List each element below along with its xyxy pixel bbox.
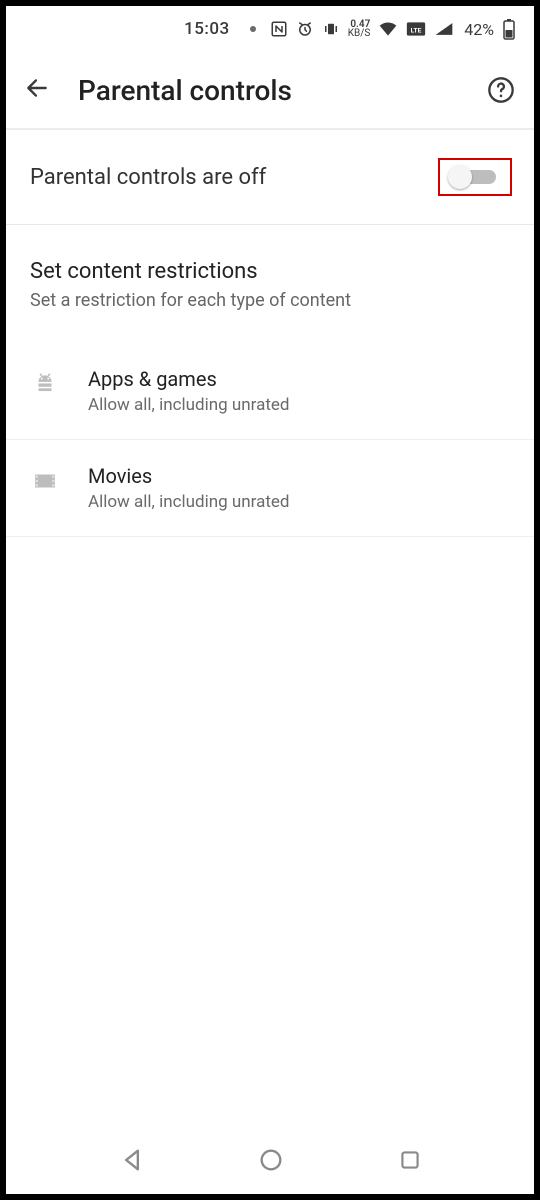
toggle-label: Parental controls are off bbox=[30, 165, 438, 190]
android-icon bbox=[30, 367, 60, 397]
help-button[interactable] bbox=[486, 75, 516, 105]
restriction-item-apps-games[interactable]: Apps & games Allow all, including unrate… bbox=[6, 343, 534, 440]
parental-controls-toggle[interactable] bbox=[448, 166, 502, 188]
system-nav-bar bbox=[6, 1130, 534, 1194]
alarm-icon bbox=[296, 20, 314, 38]
section-title: Set content restrictions bbox=[30, 259, 510, 284]
section-header: Set content restrictions Set a restricti… bbox=[6, 225, 534, 321]
list-item-subtitle: Allow all, including unrated bbox=[88, 492, 290, 512]
toggle-highlight-box bbox=[438, 158, 512, 196]
svg-text:LTE: LTE bbox=[411, 26, 422, 34]
film-icon bbox=[30, 464, 60, 494]
restriction-item-movies[interactable]: Movies Allow all, including unrated bbox=[6, 440, 534, 537]
battery-icon bbox=[502, 18, 516, 40]
status-bar: 15:03 0.47 KB/S bbox=[6, 6, 534, 52]
device-frame: 15:03 0.47 KB/S bbox=[0, 0, 540, 1200]
page-title: Parental controls bbox=[78, 74, 458, 107]
section-subtitle: Set a restriction for each type of conte… bbox=[30, 290, 510, 311]
cellular-signal-icon bbox=[434, 21, 454, 37]
volte-icon: LTE bbox=[406, 21, 426, 37]
parental-controls-toggle-row: Parental controls are off bbox=[6, 130, 534, 225]
back-button[interactable] bbox=[24, 75, 50, 105]
status-separator-dot bbox=[250, 26, 256, 32]
vibrate-icon bbox=[322, 20, 340, 38]
battery-percent: 42% bbox=[464, 20, 494, 39]
list-item-title: Apps & games bbox=[88, 367, 290, 391]
network-speed: 0.47 KB/S bbox=[348, 20, 371, 38]
list-item-title: Movies bbox=[88, 464, 290, 488]
wifi-icon bbox=[378, 20, 398, 38]
app-bar: Parental controls bbox=[6, 52, 534, 130]
nav-home-button[interactable] bbox=[257, 1146, 285, 1178]
nav-recents-button[interactable] bbox=[397, 1147, 423, 1177]
nav-back-button[interactable] bbox=[118, 1146, 146, 1178]
list-item-subtitle: Allow all, including unrated bbox=[88, 395, 290, 415]
nfc-icon bbox=[270, 20, 288, 38]
network-speed-unit: KB/S bbox=[348, 29, 371, 38]
status-time: 15:03 bbox=[184, 19, 230, 39]
